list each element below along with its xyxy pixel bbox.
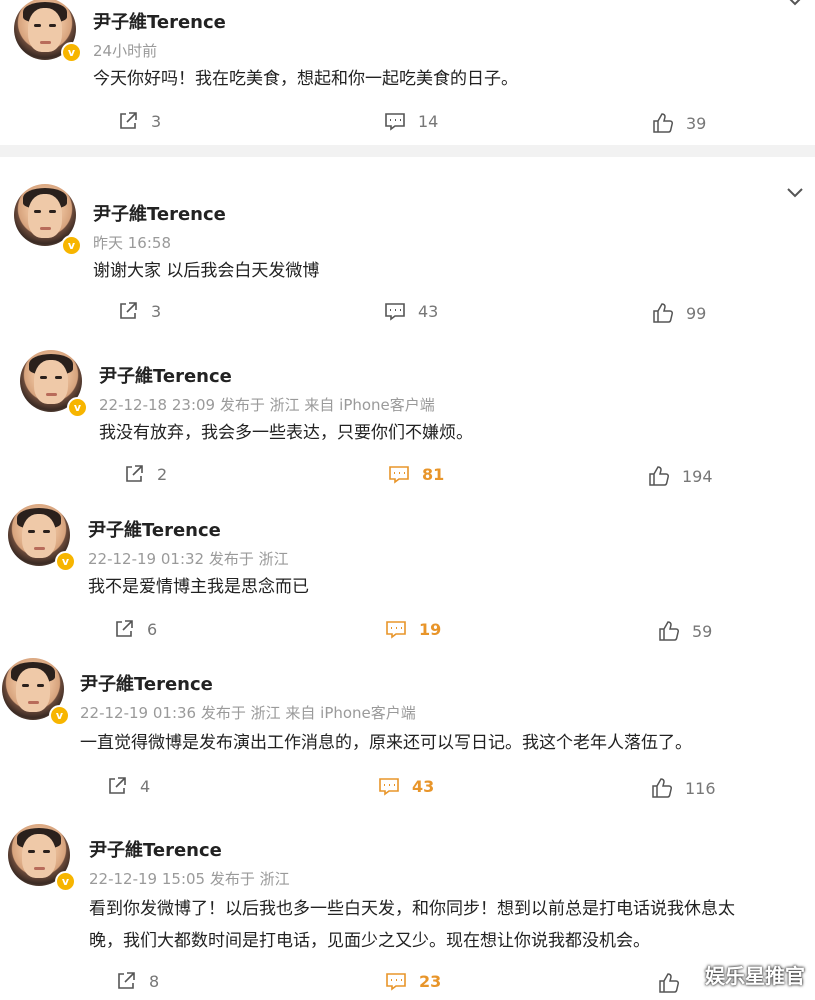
post-text-line-2: 晚，我们大都数时间是打电话，见面少之又少。现在想让你说我都没机会。 xyxy=(89,931,650,951)
comment-bubble-icon xyxy=(385,303,405,321)
comment-button[interactable]: 43 xyxy=(384,300,438,322)
like-button[interactable]: 99 xyxy=(652,302,706,324)
thumbs-up-icon xyxy=(653,113,673,133)
share-box-icon xyxy=(118,972,135,989)
verified-badge-icon: v xyxy=(67,397,88,418)
author-name[interactable]: 尹子維Terence xyxy=(88,516,221,542)
share-box-icon xyxy=(120,112,137,129)
post-text: 一直觉得微博是发布演出工作消息的，原来还可以写日记。我这个老年人落伍了。 xyxy=(80,733,692,753)
post-text-line-1: 看到你发微博了！以后我也多一些白天发，和你同步！想到以前总是打电话说我休息太 xyxy=(89,899,735,919)
chevron-down-icon[interactable] xyxy=(785,186,805,200)
repost-count: 8 xyxy=(149,971,160,991)
share-box-icon xyxy=(109,777,126,794)
author-name[interactable]: 尹子維Terence xyxy=(99,362,232,388)
like-button[interactable]: 116 xyxy=(651,777,716,799)
author-name[interactable]: 尹子維Terence xyxy=(93,8,226,34)
verified-badge-icon: v xyxy=(61,235,82,256)
comment-button[interactable]: 19 xyxy=(385,618,441,640)
repost-button[interactable]: 6 xyxy=(113,618,157,640)
post-meta: 昨天 16:58 xyxy=(93,234,171,252)
repost-count: 4 xyxy=(140,776,151,796)
comment-count: 81 xyxy=(422,464,445,484)
post-text: 谢谢大家 以后我会白天发微博 xyxy=(93,261,320,281)
repost-button[interactable]: 8 xyxy=(115,970,159,992)
post-text: 今天你好吗！我在吃美食，想起和你一起吃美食的日子。 xyxy=(93,69,518,89)
repost-count: 6 xyxy=(147,619,158,639)
repost-button[interactable]: 2 xyxy=(123,463,167,485)
share-box-icon xyxy=(120,302,137,319)
comment-count: 43 xyxy=(412,776,435,796)
post-meta: 22-12-18 23:09 发布于 浙江 来自 iPhone客户端 xyxy=(99,396,435,414)
thumbs-up-icon xyxy=(659,973,679,993)
comment-count: 19 xyxy=(419,619,442,639)
comment-count: 23 xyxy=(419,971,442,991)
share-box-icon xyxy=(116,620,133,637)
like-count: 99 xyxy=(686,303,707,323)
like-count: 59 xyxy=(692,621,713,641)
repost-button[interactable]: 3 xyxy=(117,300,161,322)
comment-bubble-icon xyxy=(385,113,405,131)
section-divider xyxy=(0,145,815,157)
repost-count: 3 xyxy=(151,301,162,321)
thumbs-up-icon xyxy=(653,303,673,323)
repost-button[interactable]: 3 xyxy=(117,110,161,132)
verified-badge-icon: v xyxy=(55,551,76,572)
like-count: 39 xyxy=(686,113,707,133)
author-name[interactable]: 尹子維Terence xyxy=(80,670,213,696)
post-meta: 24小时前 xyxy=(93,42,158,60)
comment-button[interactable]: 43 xyxy=(378,775,434,797)
thumbs-up-icon xyxy=(659,621,679,641)
post-meta: 22-12-19 01:32 发布于 浙江 xyxy=(88,550,289,568)
comment-bubble-icon xyxy=(386,621,406,639)
repost-count: 2 xyxy=(157,464,168,484)
comment-bubble-icon xyxy=(386,973,406,991)
like-count: 194 xyxy=(682,466,713,486)
verified-badge-icon: v xyxy=(49,705,70,726)
comment-button[interactable]: 81 xyxy=(388,463,444,485)
like-button[interactable]: 39 xyxy=(652,112,706,134)
post-meta: 22-12-19 15:05 发布于 浙江 xyxy=(89,870,290,888)
post-meta: 22-12-19 01:36 发布于 浙江 来自 iPhone客户端 xyxy=(80,704,416,722)
like-count: 116 xyxy=(685,778,716,798)
author-name[interactable]: 尹子維Terence xyxy=(93,200,226,226)
thumbs-up-icon xyxy=(652,778,672,798)
comment-button[interactable]: 14 xyxy=(384,110,438,132)
verified-badge-icon: v xyxy=(61,42,82,63)
comment-button[interactable]: 23 xyxy=(385,970,441,992)
chevron-down-icon[interactable] xyxy=(785,0,805,8)
comment-bubble-icon xyxy=(379,778,399,796)
thumbs-up-icon xyxy=(649,466,669,486)
post-text: 我没有放弃，我会多一些表达，只要你们不嫌烦。 xyxy=(99,423,473,443)
repost-button[interactable]: 4 xyxy=(106,775,150,797)
repost-count: 3 xyxy=(151,111,162,131)
author-name[interactable]: 尹子維Terence xyxy=(89,836,222,862)
like-button[interactable]: 194 xyxy=(648,465,713,487)
comment-count: 14 xyxy=(418,111,439,131)
post-text: 我不是爱情博主我是思念而已 xyxy=(88,577,309,597)
like-button[interactable] xyxy=(658,972,692,994)
comment-count: 43 xyxy=(418,301,439,321)
watermark: 娱乐星推官 xyxy=(705,964,805,988)
comment-bubble-icon xyxy=(389,466,409,484)
share-box-icon xyxy=(126,465,143,482)
verified-badge-icon: v xyxy=(55,871,76,892)
like-button[interactable]: 59 xyxy=(658,620,712,642)
